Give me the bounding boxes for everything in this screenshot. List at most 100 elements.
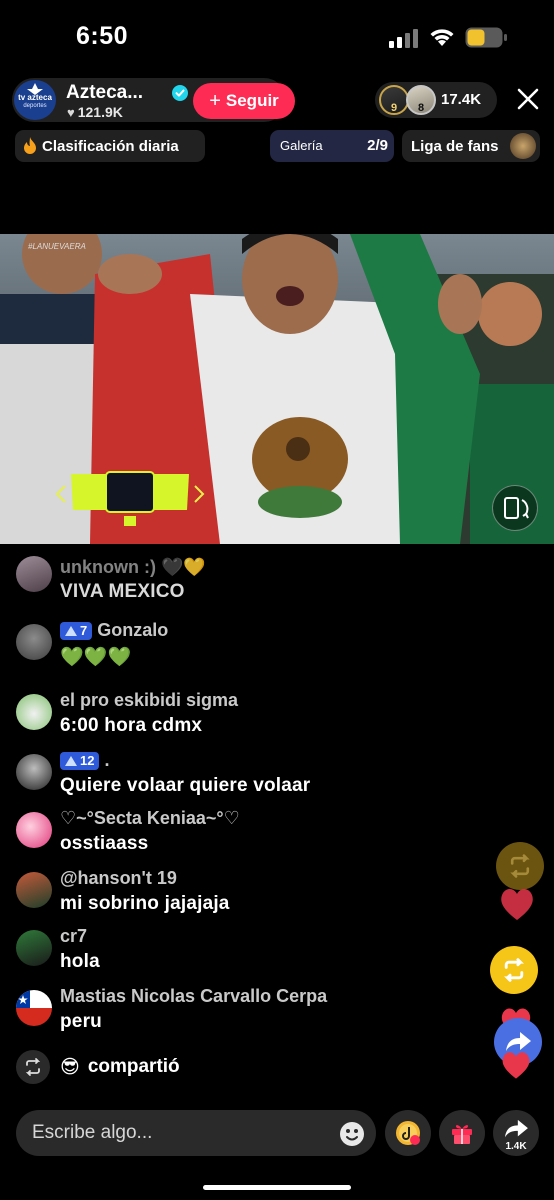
tiktok-coin-button[interactable]	[385, 1110, 431, 1156]
likes-count: 121.9K	[77, 104, 123, 120]
level-badge: 12	[60, 751, 100, 770]
floating-heart-icon	[501, 888, 533, 920]
commenter-avatar[interactable]	[16, 930, 52, 966]
repost-button-faded[interactable]	[496, 842, 544, 890]
rotate-screen-icon	[504, 497, 529, 519]
commenter-name[interactable]: ♡~°Secta Keniaa~°♡	[60, 808, 240, 829]
fan-league-chip[interactable]: Liga de fans	[402, 130, 540, 162]
verified-badge-icon	[172, 85, 188, 101]
commenter-name[interactable]: 12 .	[60, 750, 109, 771]
channel-name[interactable]: Azteca...	[66, 82, 143, 104]
bottom-bar: 1.4K	[0, 1106, 554, 1162]
level-badge: 7	[60, 621, 93, 640]
game-score-overlay-icon	[55, 471, 205, 526]
daily-ranking-chip[interactable]: Clasificación diaria	[15, 130, 205, 162]
follow-button[interactable]: + Seguir	[193, 83, 295, 119]
commenter-name[interactable]: unknown :) 🖤💛	[60, 557, 206, 578]
channel-logo-text: tv azteca	[18, 93, 52, 102]
comment-text: 💚💚💚	[60, 647, 132, 668]
commenter-avatar[interactable]	[16, 556, 52, 592]
share-event: 😎 compartió	[16, 1049, 180, 1085]
commenter-avatar[interactable]	[16, 694, 52, 730]
commenter-avatar[interactable]	[16, 872, 52, 908]
comment-text: 6:00 hora cdmx	[60, 715, 203, 736]
repost-event-icon	[16, 1050, 50, 1084]
status-bar: 6:50	[0, 0, 554, 72]
gift-icon	[452, 1125, 472, 1144]
commenter-name-text: .	[104, 750, 110, 770]
commenter-name-text: cr7	[60, 926, 88, 946]
battery-icon	[465, 27, 507, 48]
comment-text: osstiaass	[60, 833, 149, 854]
comment-text: Quiere volaar quiere volaar	[60, 775, 311, 796]
daily-ranking-label: Clasificación diaria	[42, 137, 179, 155]
channel-likes: ♥ 121.9K	[67, 104, 123, 120]
gallery-chip[interactable]: Galería 2/9	[270, 130, 394, 162]
coin-icon	[396, 1121, 420, 1145]
top-viewer-avatar[interactable]: 8	[406, 85, 436, 115]
fan-league-label: Liga de fans	[411, 137, 499, 155]
comment-text: mi sobrino jajajaja	[60, 893, 230, 914]
wifi-icon	[430, 29, 454, 46]
top-viewer-avatar[interactable]: 9	[379, 85, 409, 115]
commenter-name-text: @hanson't 19	[60, 868, 177, 888]
status-time: 6:50	[76, 22, 129, 50]
commenter-name-text: unknown :)	[60, 557, 156, 577]
commenter-avatar[interactable]	[16, 624, 52, 660]
commenter-name-emoji: 🖤💛	[160, 557, 206, 577]
close-icon[interactable]	[515, 86, 541, 112]
follow-label: Seguir	[225, 91, 279, 110]
commenter-name[interactable]: @hanson't 19	[60, 868, 177, 889]
chile-flag-icon	[16, 990, 52, 1026]
commenter-name[interactable]: cr7	[60, 926, 87, 947]
level-badge-number: 12	[80, 753, 95, 768]
viewer-count: 17.4K	[441, 91, 482, 108]
comment-text: VIVA MEXICO	[60, 581, 185, 602]
commenter-avatar[interactable]	[16, 754, 52, 790]
channel-info[interactable]: tv azteca deportes Azteca... ♥ 121.9K + S…	[12, 78, 295, 122]
level-badge-icon	[65, 625, 77, 636]
gift-button[interactable]	[439, 1110, 485, 1156]
commenter-name-text: Mastias Nicolas Carvallo Cerpa	[60, 986, 328, 1006]
live-header: tv azteca deportes Azteca... ♥ 121.9K + S…	[0, 76, 554, 166]
emoji-icon[interactable]	[338, 1120, 366, 1148]
channel-logo-subtext: deportes	[23, 103, 47, 109]
viewer-rank: 8	[417, 102, 425, 114]
gallery-count: 2/9	[367, 137, 388, 154]
comment-text: hola	[60, 951, 100, 972]
commenter-name-text: el pro eskibidi sigma	[60, 690, 239, 710]
top-viewers[interactable]: 9 8 17.4K	[375, 82, 497, 118]
commenter-avatar[interactable]	[16, 990, 52, 1026]
repost-arrows-icon	[25, 1058, 41, 1076]
heart-icon: ♥	[67, 105, 75, 120]
share-button[interactable]: 1.4K	[493, 1110, 539, 1156]
live-video[interactable]: #LANUEVAERA	[0, 234, 554, 544]
share-event-text: compartió	[87, 1056, 180, 1077]
repost-icon	[510, 854, 530, 878]
plus-icon: +	[209, 89, 221, 112]
rotate-screen-button[interactable]	[492, 485, 538, 531]
commenter-name[interactable]: el pro eskibidi sigma	[60, 690, 238, 711]
commenter-avatar[interactable]	[16, 812, 52, 848]
comment-input[interactable]	[16, 1110, 376, 1156]
share-event-emoji: 😎	[60, 1056, 80, 1078]
share-count: 1.4K	[505, 1141, 527, 1152]
comment-text: peru	[60, 1011, 102, 1032]
repost-icon	[504, 958, 524, 982]
commenter-name[interactable]: 7 Gonzalo	[60, 620, 168, 641]
level-badge-icon	[65, 755, 77, 766]
viewer-rank: 9	[390, 102, 398, 114]
flame-icon	[24, 137, 36, 154]
fan-league-badge-icon	[510, 133, 536, 159]
commenter-name-text: ♡~°Secta Keniaa~°♡	[60, 808, 240, 828]
share-icon	[505, 1119, 528, 1138]
video-watermark: #LANUEVAERA	[28, 242, 86, 251]
channel-avatar[interactable]: tv azteca deportes	[14, 80, 56, 120]
home-indicator[interactable]	[203, 1185, 351, 1190]
repost-button[interactable]	[490, 946, 538, 994]
level-badge-number: 7	[80, 623, 88, 638]
gallery-label: Galería	[280, 138, 323, 153]
floating-heart-icon	[502, 1052, 530, 1079]
cellular-signal-icon	[389, 29, 418, 48]
commenter-name[interactable]: Mastias Nicolas Carvallo Cerpa	[60, 986, 327, 1007]
